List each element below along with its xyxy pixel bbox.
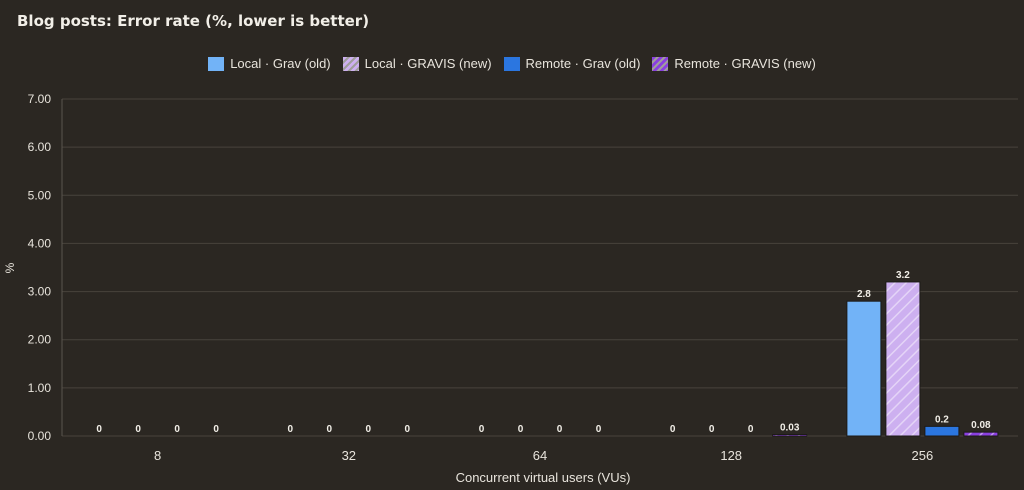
bar (885, 281, 921, 437)
data-label: 0 (174, 424, 180, 435)
data-label: 0 (405, 424, 411, 435)
x-tick-label: 128 (720, 448, 742, 463)
x-axis-label: Concurrent virtual users (VUs) (456, 470, 631, 485)
data-label: 0 (366, 424, 372, 435)
data-label: 0.2 (935, 414, 949, 425)
x-tick-label: 64 (533, 448, 547, 463)
y-axis-ticks: 0.00 1.00 2.00 3.00 4.00 5.00 6.00 7.00 (28, 92, 52, 443)
data-label: 2.8 (857, 289, 871, 300)
data-label: 0 (557, 424, 563, 435)
data-label: 0 (96, 424, 102, 435)
y-tick-label: 4.00 (28, 236, 52, 250)
data-label: 0 (327, 424, 333, 435)
data-label: 0 (748, 424, 754, 435)
data-label: 0 (479, 424, 485, 435)
x-tick-label: 256 (912, 448, 934, 463)
x-tick-label: 32 (342, 448, 356, 463)
data-label: 0 (596, 424, 602, 435)
y-axis-label: % (3, 262, 17, 273)
y-tick-label: 1.00 (28, 381, 52, 395)
data-label: 0 (709, 424, 715, 435)
data-label: 0 (213, 424, 219, 435)
bar-chart: 0.00 1.00 2.00 3.00 4.00 5.00 6.00 7.00 0 0 0 0 0 0 0… (3, 92, 1018, 485)
data-label: 0 (670, 424, 676, 435)
x-axis-ticks: 8 32 64 128 256 (154, 448, 933, 463)
data-label: 0.03 (780, 423, 800, 434)
bar (924, 425, 960, 437)
x-tick-label: 8 (154, 448, 161, 463)
data-label: 0 (518, 424, 524, 435)
y-tick-label: 5.00 (28, 188, 52, 202)
y-tick-label: 3.00 (28, 285, 52, 299)
data-label: 3.2 (896, 270, 910, 281)
data-label: 0 (288, 424, 294, 435)
y-tick-label: 0.00 (28, 429, 52, 443)
bars (772, 281, 999, 437)
y-tick-label: 2.00 (28, 333, 52, 347)
data-label: 0.08 (971, 420, 991, 431)
bar (963, 431, 999, 437)
bar (772, 434, 808, 437)
y-tick-label: 7.00 (28, 92, 52, 106)
data-label: 0 (135, 424, 141, 435)
bar (846, 300, 882, 437)
y-tick-label: 6.00 (28, 140, 52, 154)
